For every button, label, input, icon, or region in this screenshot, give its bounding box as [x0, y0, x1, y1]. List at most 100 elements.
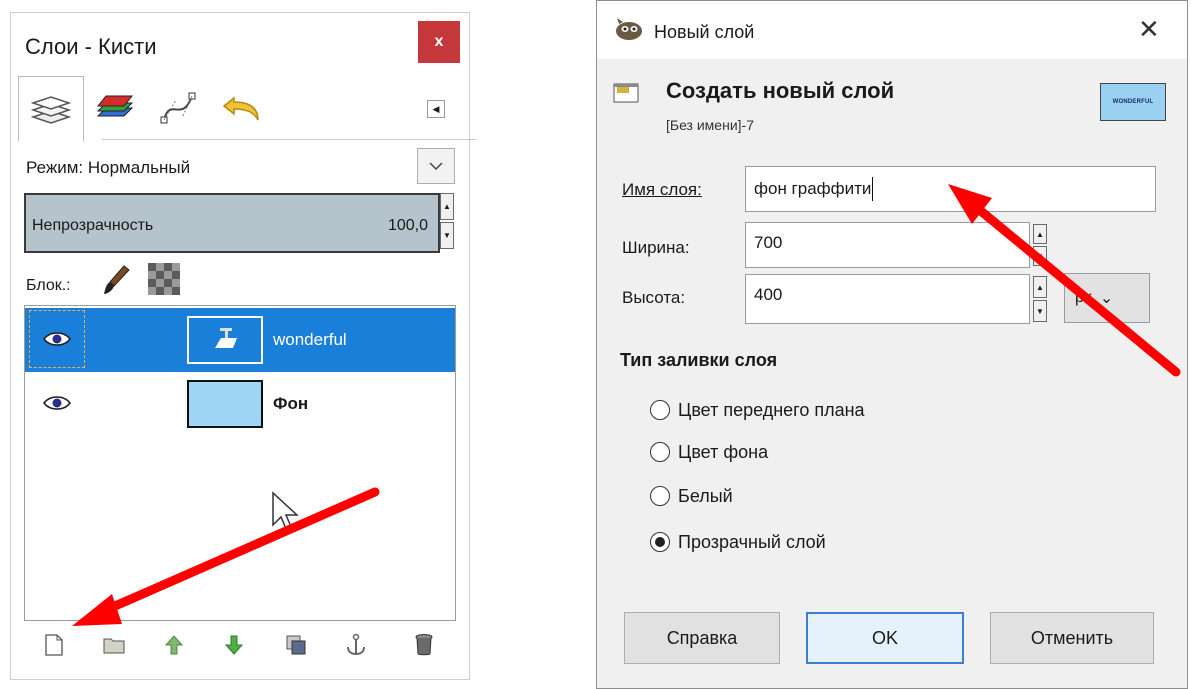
fill-type-title: Тип заливки слоя: [620, 350, 778, 370]
tab-paths[interactable]: [146, 76, 210, 140]
lower-layer-icon: [224, 635, 244, 655]
width-down-button[interactable]: ▼: [1033, 246, 1047, 266]
unit-dropdown[interactable]: px ⌄: [1064, 273, 1150, 323]
fill-option-label: Цвет переднего плана: [678, 399, 865, 420]
ok-button-label: OK: [871, 627, 898, 648]
radio-button[interactable]: [650, 400, 670, 420]
unit-value: px: [1075, 289, 1092, 306]
layers-icon: [30, 96, 72, 124]
lock-alpha-toggle[interactable]: [148, 263, 180, 295]
delete-layer-button[interactable]: [408, 629, 440, 661]
width-up-button[interactable]: ▲: [1033, 224, 1047, 244]
layer-row-fon[interactable]: Фон: [25, 372, 455, 436]
anchor-layer-button[interactable]: [340, 629, 372, 661]
cancel-button[interactable]: Отменить: [990, 612, 1154, 664]
opacity-label: Непрозрачность: [32, 217, 154, 234]
channels-icon: [96, 95, 134, 117]
preview-text: WONDERFUL: [1112, 99, 1154, 105]
help-button[interactable]: Справка: [624, 612, 780, 664]
layer-name: Фон: [273, 394, 309, 413]
opacity-value: 100,0: [387, 217, 428, 234]
width-field[interactable]: 700: [745, 222, 1030, 268]
arrow-down-icon: ▼: [1036, 251, 1044, 261]
new-layer-button[interactable]: [38, 629, 70, 661]
layer-name-field[interactable]: фон граффити: [745, 166, 1156, 212]
fill-option-background[interactable]: Цвет фона: [650, 437, 768, 467]
panel-title: Слои - Кисти: [25, 34, 157, 59]
duplicate-layer-button[interactable]: [280, 629, 312, 661]
layer-name-label: Имя слоя:: [622, 180, 702, 200]
tab-strip-line: [102, 139, 476, 140]
dialog-close-button[interactable]: ✕: [1138, 14, 1160, 45]
layer-list: wonderful Фон: [24, 305, 456, 621]
close-button[interactable]: x: [418, 21, 460, 63]
height-up-button[interactable]: ▲: [1033, 276, 1047, 298]
paths-icon: [160, 92, 196, 124]
help-button-label: Справка: [666, 627, 738, 648]
layer-name: wonderful: [273, 330, 347, 349]
close-icon: x: [434, 33, 444, 50]
layer-thumbnail: [187, 380, 263, 428]
eye-icon: [43, 332, 71, 346]
raise-layer-icon: [164, 635, 184, 655]
arrow-up-icon: ▲: [443, 202, 451, 211]
lock-pixels-toggle[interactable]: [102, 264, 132, 296]
layer-name-label-text: Имя слоя:: [622, 180, 702, 199]
layers-toolbar: [24, 625, 456, 665]
layer-row-wonderful[interactable]: wonderful: [25, 308, 455, 372]
mode-dropdown[interactable]: [417, 148, 455, 184]
tab-channels[interactable]: [82, 76, 146, 140]
layer-name-value: фон граффити: [754, 179, 872, 198]
fill-option-foreground[interactable]: Цвет переднего плана: [650, 395, 865, 425]
arrow-up-icon: ▲: [1036, 282, 1044, 292]
visibility-toggle[interactable]: [29, 310, 85, 368]
layer-thumbnail: [187, 316, 263, 364]
opacity-spinner[interactable]: ▲ ▼: [440, 193, 456, 253]
triangle-left-icon: ◀: [432, 103, 440, 114]
tab-menu-button[interactable]: ◀: [427, 100, 445, 118]
height-field[interactable]: 400: [745, 274, 1030, 324]
new-layer-group-icon: [103, 638, 125, 654]
mouse-cursor-icon: [272, 491, 299, 532]
delete-layer-icon: [415, 634, 433, 656]
width-value: 700: [754, 233, 783, 252]
arrow-down-icon: ▼: [443, 231, 451, 240]
chevron-down-icon: [429, 162, 443, 171]
height-value: 400: [754, 285, 783, 304]
dialog-title: Новый слой: [654, 22, 755, 42]
fill-option-label: Прозрачный слой: [678, 531, 826, 552]
fill-option-white[interactable]: Белый: [650, 481, 733, 511]
new-layer-dialog-icon: [613, 83, 639, 103]
lower-layer-button[interactable]: [218, 629, 250, 661]
dock-tabs: [18, 76, 476, 141]
arrow-down-icon: ▼: [1036, 306, 1044, 316]
opacity-slider[interactable]: Непрозрачность 100,0: [24, 193, 440, 253]
paintbrush-icon: [104, 265, 130, 294]
ok-button[interactable]: OK: [806, 612, 964, 664]
new-group-button[interactable]: [98, 629, 130, 661]
spin-up-button[interactable]: ▲: [440, 193, 454, 220]
height-down-button[interactable]: ▼: [1033, 300, 1047, 322]
width-label: Ширина:: [622, 238, 690, 257]
fill-option-label: Белый: [678, 485, 733, 506]
radio-button-checked[interactable]: [650, 532, 670, 552]
lock-label: Блок.:: [26, 277, 71, 294]
mode-label: Режим: Нормальный: [26, 158, 191, 177]
raise-layer-button[interactable]: [158, 629, 190, 661]
image-preview: WONDERFUL: [1100, 83, 1166, 121]
text-caret: [872, 177, 874, 201]
undo-history-icon: [222, 96, 259, 121]
visibility-toggle[interactable]: [29, 374, 85, 432]
spin-down-button[interactable]: ▼: [440, 222, 454, 249]
duplicate-layer-icon: [286, 635, 306, 655]
dialog-heading: Создать новый слой: [666, 78, 895, 103]
tab-undo-history[interactable]: [210, 76, 274, 140]
radio-button[interactable]: [650, 486, 670, 506]
height-spinner[interactable]: ▲ ▼: [1033, 276, 1047, 324]
tab-layers[interactable]: [18, 76, 84, 141]
fill-option-transparent[interactable]: Прозрачный слой: [650, 527, 826, 557]
gimp-logo-icon: [616, 18, 642, 40]
width-spinner[interactable]: ▲ ▼: [1033, 224, 1047, 268]
radio-button[interactable]: [650, 442, 670, 462]
new-layer-icon: [45, 634, 63, 656]
